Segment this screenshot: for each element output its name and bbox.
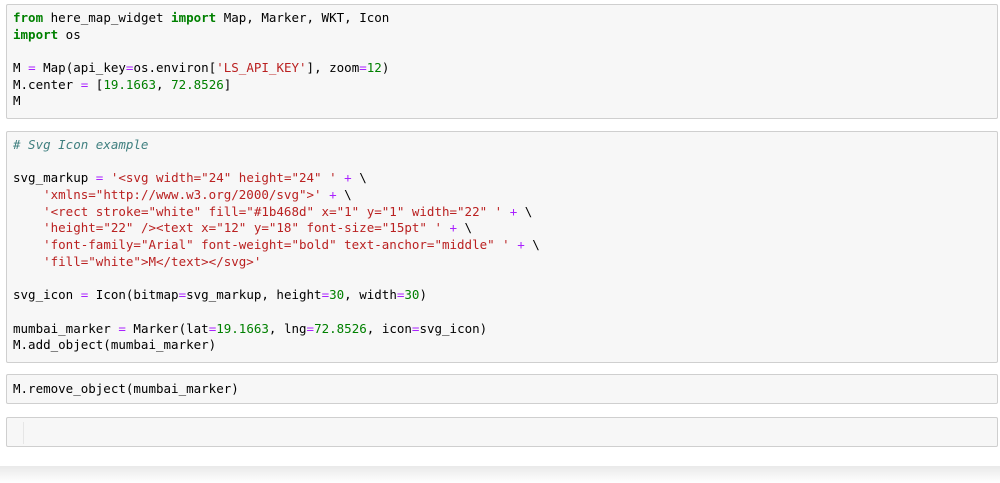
code-line: M.add_object(mumbai_marker)	[13, 337, 991, 354]
code-token: 19.1663	[216, 320, 269, 336]
code-token: \	[524, 237, 540, 253]
code-token: ], zoom	[306, 60, 360, 76]
code-line: svg_markup = '<svg width="24" height="24…	[13, 170, 991, 187]
code-editor[interactable]: from here_map_widget import Map, Marker,…	[7, 5, 997, 115]
code-line: import os	[13, 27, 991, 44]
code-token: ]	[223, 76, 232, 92]
code-token: here_map_widget	[43, 10, 172, 25]
code-token: )	[419, 287, 427, 303]
code-token: '<svg width="24" height="24" '	[110, 170, 337, 186]
code-token: \	[336, 187, 352, 203]
code-cell[interactable]: M.remove_object(mumbai_marker)	[6, 374, 998, 404]
code-editor[interactable]	[7, 418, 997, 428]
code-token: M.center	[13, 76, 81, 92]
code-token: =	[178, 287, 187, 303]
code-cell[interactable]: # Svg Icon example svg_markup = '<svg wid…	[6, 131, 998, 363]
code-token: , width	[344, 287, 397, 303]
code-token: \	[351, 170, 367, 186]
empty-code-cell[interactable]	[6, 417, 998, 447]
code-cell[interactable]: from here_map_widget import Map, Marker,…	[6, 4, 998, 119]
code-token: Marker(lat	[125, 320, 209, 336]
code-line: # Svg Icon example	[13, 137, 991, 154]
code-token: mumbai_marker	[13, 320, 119, 336]
code-token: 'xmlns="http://www.w3.org/2000/svg">'	[43, 187, 322, 203]
code-token: '<rect stroke="white" fill="#1b468d" x="…	[43, 203, 503, 219]
code-token: 30	[329, 287, 345, 303]
code-token: M.add_object(mumbai_marker)	[13, 337, 217, 353]
code-token: M	[13, 60, 29, 76]
code-token: 72.8526	[171, 76, 224, 92]
code-token: Map, Marker, WKT, Icon	[216, 10, 390, 25]
code-token: import	[171, 10, 217, 25]
code-token: 72.8526	[314, 320, 367, 336]
code-line: from here_map_widget import Map, Marker,…	[13, 10, 991, 27]
code-token: 'fill="white">M</text></svg>'	[43, 253, 262, 269]
code-token: svg_markup, height	[186, 287, 322, 303]
code-token: +	[329, 187, 337, 203]
code-token: svg_icon)	[419, 320, 488, 336]
code-token: ,	[156, 76, 172, 92]
code-token: , icon	[366, 320, 412, 336]
code-token: =	[118, 320, 126, 336]
code-line: mumbai_marker = Marker(lat=19.1663, lng=…	[13, 321, 991, 338]
code-line: svg_icon = Icon(bitmap=svg_markup, heigh…	[13, 287, 991, 304]
code-token: svg_markup	[13, 170, 96, 186]
code-token: +	[344, 170, 352, 186]
code-token: Map(api_key	[35, 60, 126, 76]
code-token: , lng	[268, 320, 307, 336]
code-line: M.remove_object(mumbai_marker)	[13, 381, 991, 398]
code-token: =	[306, 320, 315, 336]
code-editor[interactable]: # Svg Icon example svg_markup = '<svg wid…	[7, 132, 997, 359]
code-line: M = Map(api_key=os.environ['LS_API_KEY']…	[13, 60, 991, 77]
code-token: import	[13, 26, 59, 42]
code-line: 'fill="white">M</text></svg>'	[13, 254, 991, 271]
code-token: +	[517, 237, 525, 253]
code-line: 'height="22" /><text x="12" y="18" font-…	[13, 220, 991, 237]
code-token: 19.1663	[103, 76, 157, 92]
code-token: # Svg Icon example	[13, 137, 149, 152]
code-line: M	[13, 93, 991, 110]
notebook-footer	[0, 466, 1000, 483]
code-line: M.center = [19.1663, 72.8526]	[13, 77, 991, 94]
code-token: os.environ[	[133, 60, 217, 76]
code-token: \	[457, 220, 473, 236]
code-token: from	[13, 10, 44, 25]
code-line: 'font-family="Arial" font-weight="bold" …	[13, 237, 991, 254]
code-token: =	[359, 60, 367, 76]
code-token: svg_icon	[13, 287, 81, 303]
code-token: 'height="22" /><text x="12" y="18" font-…	[43, 220, 442, 236]
notebook: from here_map_widget import Map, Marker,…	[0, 0, 1000, 483]
code-line: 'xmlns="http://www.w3.org/2000/svg">' + …	[13, 187, 991, 204]
code-token: [	[88, 76, 104, 92]
code-token: Icon(bitmap	[88, 287, 179, 303]
code-token: 'LS_API_KEY'	[216, 60, 307, 76]
code-token: +	[449, 220, 458, 236]
code-token: M.remove_object(mumbai_marker)	[13, 381, 239, 396]
code-token: 30	[404, 287, 420, 303]
code-token: \	[517, 203, 533, 219]
text-cursor	[23, 422, 24, 444]
code-token: M	[13, 93, 21, 109]
code-line: '<rect stroke="white" fill="#1b468d" x="…	[13, 204, 991, 221]
code-token: =	[28, 60, 36, 76]
code-token: 12	[366, 60, 382, 76]
code-token: =	[321, 287, 330, 303]
code-token: os	[58, 26, 81, 42]
code-editor[interactable]: M.remove_object(mumbai_marker)	[7, 375, 997, 403]
code-token: 'font-family="Arial" font-weight="bold" …	[43, 237, 510, 253]
code-token: )	[381, 60, 390, 76]
